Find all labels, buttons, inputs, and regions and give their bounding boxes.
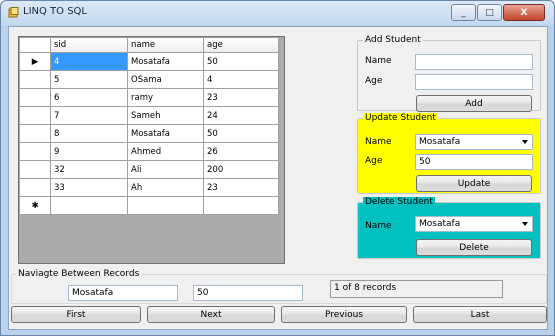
- update-student-group: Update Student Name Mosatafa Age 50 Upda…: [357, 113, 541, 194]
- grid-cell[interactable]: 6: [50, 88, 128, 107]
- window-controls: _ □ X: [451, 4, 545, 21]
- students-grid[interactable]: sid name age ▶ 4 Mosatafa 50 5 OSama 4 6…: [18, 36, 285, 264]
- table-row[interactable]: ▶ 4 Mosatafa 50: [19, 52, 279, 71]
- column-header-name[interactable]: name: [127, 37, 204, 53]
- grid-cell[interactable]: ramy: [127, 88, 204, 107]
- grid-cell[interactable]: Mosatafa: [127, 124, 204, 143]
- row-header[interactable]: [19, 178, 51, 197]
- update-name-selected: Mosatafa: [419, 137, 461, 147]
- next-button[interactable]: Next: [147, 306, 275, 323]
- grid-cell[interactable]: 23: [203, 178, 279, 197]
- update-age-label: Age: [365, 156, 383, 166]
- table-row[interactable]: 5 OSama 4: [19, 70, 279, 89]
- app-icon: [8, 7, 19, 18]
- row-header[interactable]: [19, 124, 51, 143]
- add-age-label: Age: [365, 76, 383, 86]
- grid-cell[interactable]: 200: [203, 160, 279, 179]
- main-window: LINQ TO SQL _ □ X sid name age ▶ 4 Mosat…: [0, 0, 555, 336]
- first-button[interactable]: First: [11, 306, 141, 323]
- grid-cell[interactable]: 7: [50, 106, 128, 125]
- grid-cell[interactable]: [50, 196, 128, 215]
- form-client-area: sid name age ▶ 4 Mosatafa 50 5 OSama 4 6…: [8, 26, 548, 330]
- update-button[interactable]: Update: [416, 175, 532, 192]
- title-bar: LINQ TO SQL _ □ X: [1, 1, 554, 25]
- nav-name-field[interactable]: Mosatafa: [68, 285, 178, 301]
- grid-cell[interactable]: 8: [50, 124, 128, 143]
- grid-table: sid name age ▶ 4 Mosatafa 50 5 OSama 4 6…: [19, 37, 279, 215]
- add-student-title: Add Student: [363, 35, 423, 45]
- update-student-title: Update Student: [363, 113, 438, 123]
- grid-cell[interactable]: 4: [50, 52, 128, 71]
- add-student-group: Add Student Name Age Add: [357, 35, 541, 112]
- add-age-input[interactable]: [415, 74, 533, 90]
- table-row[interactable]: 8 Mosatafa 50: [19, 124, 279, 143]
- grid-cell[interactable]: 33: [50, 178, 128, 197]
- add-button[interactable]: Add: [416, 95, 532, 112]
- table-row[interactable]: 9 Ahmed 26: [19, 142, 279, 161]
- delete-name-label: Name: [365, 221, 392, 231]
- last-button[interactable]: Last: [413, 306, 547, 323]
- add-name-label: Name: [365, 56, 392, 66]
- grid-cell[interactable]: [203, 196, 279, 215]
- grid-cell[interactable]: 50: [203, 52, 279, 71]
- maximize-button[interactable]: □: [477, 4, 502, 21]
- navigate-group: Naviagte Between Records Mosatafa 50 1 o…: [11, 269, 547, 304]
- grid-cell[interactable]: 23: [203, 88, 279, 107]
- column-header-sid[interactable]: sid: [50, 37, 128, 53]
- grid-cell[interactable]: Ahmed: [127, 142, 204, 161]
- new-row[interactable]: ✱: [19, 196, 279, 215]
- delete-name-dropdown[interactable]: Mosatafa: [415, 216, 533, 232]
- window-title: LINQ TO SQL: [23, 6, 87, 17]
- close-button[interactable]: X: [503, 4, 545, 21]
- table-row[interactable]: 7 Sameh 24: [19, 106, 279, 125]
- nav-age-field[interactable]: 50: [193, 285, 303, 301]
- grid-cell[interactable]: 9: [50, 142, 128, 161]
- grid-cell[interactable]: OSama: [127, 70, 204, 89]
- grid-corner-header: [19, 37, 51, 53]
- column-header-age[interactable]: age: [203, 37, 279, 53]
- grid-cell[interactable]: [127, 196, 204, 215]
- navigate-title: Naviagte Between Records: [16, 269, 142, 279]
- update-name-dropdown[interactable]: Mosatafa: [415, 134, 533, 150]
- grid-cell[interactable]: Mosatafa: [127, 52, 204, 71]
- row-header[interactable]: [19, 142, 51, 161]
- grid-cell[interactable]: 26: [203, 142, 279, 161]
- table-row[interactable]: 33 Ah 23: [19, 178, 279, 197]
- current-row-indicator-icon: ▶: [19, 52, 51, 71]
- update-age-input[interactable]: 50: [415, 154, 533, 170]
- previous-button[interactable]: Previous: [281, 306, 407, 323]
- delete-button[interactable]: Delete: [416, 239, 532, 256]
- delete-student-title: Delete Student: [363, 197, 435, 207]
- add-name-input[interactable]: [415, 54, 533, 70]
- row-header[interactable]: [19, 160, 51, 179]
- grid-header-row: sid name age: [19, 37, 279, 53]
- row-header[interactable]: [19, 106, 51, 125]
- table-row[interactable]: 32 Ali 200: [19, 160, 279, 179]
- chevron-down-icon[interactable]: [522, 140, 528, 144]
- grid-cell[interactable]: Sameh: [127, 106, 204, 125]
- grid-cell[interactable]: Ah: [127, 178, 204, 197]
- grid-cell[interactable]: 32: [50, 160, 128, 179]
- delete-name-selected: Mosatafa: [419, 219, 461, 229]
- grid-cell[interactable]: Ali: [127, 160, 204, 179]
- grid-cell[interactable]: 50: [203, 124, 279, 143]
- grid-cell[interactable]: 24: [203, 106, 279, 125]
- grid-cell[interactable]: 5: [50, 70, 128, 89]
- table-row[interactable]: 6 ramy 23: [19, 88, 279, 107]
- record-status-label: 1 of 8 records: [330, 280, 503, 298]
- chevron-down-icon[interactable]: [522, 222, 528, 226]
- update-name-label: Name: [365, 137, 392, 147]
- grid-cell[interactable]: 4: [203, 70, 279, 89]
- row-header[interactable]: [19, 70, 51, 89]
- delete-student-group: Delete Student Name Mosatafa Delete: [357, 197, 541, 259]
- row-header[interactable]: [19, 88, 51, 107]
- new-row-icon: ✱: [19, 196, 51, 215]
- minimize-button[interactable]: _: [451, 4, 476, 21]
